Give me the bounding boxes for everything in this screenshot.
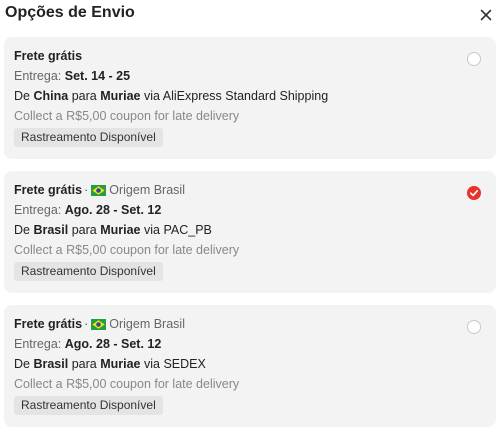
dialog-header: Opções de Envio — [0, 0, 500, 32]
delivery-estimate: Entrega: Ago. 28 - Set. 12 — [14, 336, 161, 352]
separator: · — [84, 183, 89, 197]
close-icon[interactable] — [476, 5, 496, 25]
route-origin: Brasil — [33, 357, 69, 371]
delivery-estimate: Entrega: Set. 14 - 25 — [14, 68, 130, 84]
brazil-flag-icon — [91, 184, 107, 200]
tracking-badge: Rastreamento Disponível — [14, 262, 163, 281]
free-shipping-label: Frete grátis — [14, 49, 83, 63]
late-delivery-coupon: Collect a R$5,00 coupon for late deliver… — [14, 109, 240, 123]
via-prefix: via — [144, 357, 160, 371]
origin-label: Origem Brasil — [109, 317, 185, 331]
carrier-name: PAC_PB — [163, 223, 212, 237]
tracking-badge: Rastreamento Disponível — [14, 128, 163, 147]
delivery-range: Ago. 28 - Set. 12 — [64, 203, 162, 217]
brazil-flag-icon — [91, 318, 107, 334]
delivery-range: Set. 14 - 25 — [64, 69, 131, 83]
carrier-name: SEDEX — [163, 357, 206, 371]
option-radio[interactable] — [467, 52, 481, 66]
delivery-prefix: Entrega: — [14, 337, 62, 351]
tracking-badge: Rastreamento Disponível — [14, 396, 163, 415]
option-radio[interactable] — [467, 320, 481, 334]
late-delivery-coupon: Collect a R$5,00 coupon for late deliver… — [14, 377, 240, 391]
origin-label: Origem Brasil — [109, 183, 185, 197]
via-prefix: via — [144, 223, 160, 237]
separator: · — [84, 317, 89, 331]
shipping-route: De China para Muriae via AliExpress Stan… — [14, 88, 328, 104]
delivery-estimate: Entrega: Ago. 28 - Set. 12 — [14, 202, 161, 218]
free-shipping-label: Frete grátis — [14, 183, 83, 197]
shipping-route: De Brasil para Muriae via PAC_PB — [14, 222, 212, 238]
checkmark-icon — [469, 189, 479, 197]
route-from-prefix: De — [14, 89, 30, 103]
route-to-prefix: para — [71, 89, 97, 103]
route-origin: China — [33, 89, 69, 103]
route-destination: Muriae — [100, 223, 141, 237]
route-to-prefix: para — [71, 357, 97, 371]
option-header: Frete grátis · Origem Brasil — [14, 316, 185, 334]
delivery-prefix: Entrega: — [14, 69, 62, 83]
carrier-name: AliExpress Standard Shipping — [162, 89, 329, 103]
delivery-prefix: Entrega: — [14, 203, 62, 217]
shipping-option-card[interactable]: Frete grátis · Origem Brasil Entrega: Ago.… — [4, 171, 496, 293]
route-from-prefix: De — [14, 223, 30, 237]
route-destination: Muriae — [100, 357, 141, 371]
late-delivery-coupon: Collect a R$5,00 coupon for late deliver… — [14, 243, 240, 257]
option-radio-selected[interactable] — [467, 186, 481, 200]
option-header: Frete grátis — [14, 48, 82, 64]
route-origin: Brasil — [33, 223, 69, 237]
shipping-route: De Brasil para Muriae via SEDEX — [14, 356, 206, 372]
dialog-title: Opções de Envio — [5, 4, 135, 21]
free-shipping-label: Frete grátis — [14, 317, 83, 331]
route-to-prefix: para — [71, 223, 97, 237]
shipping-option-card[interactable]: Frete grátis · Origem Brasil Entrega: Ago.… — [4, 305, 496, 427]
via-prefix: via — [143, 89, 160, 103]
delivery-range: Ago. 28 - Set. 12 — [64, 337, 162, 351]
shipping-option-card[interactable]: Frete grátis Entrega: Set. 14 - 25 De Ch… — [4, 37, 496, 159]
option-header: Frete grátis · Origem Brasil — [14, 182, 185, 200]
route-from-prefix: De — [14, 357, 30, 371]
route-destination: Muriae — [100, 89, 141, 103]
